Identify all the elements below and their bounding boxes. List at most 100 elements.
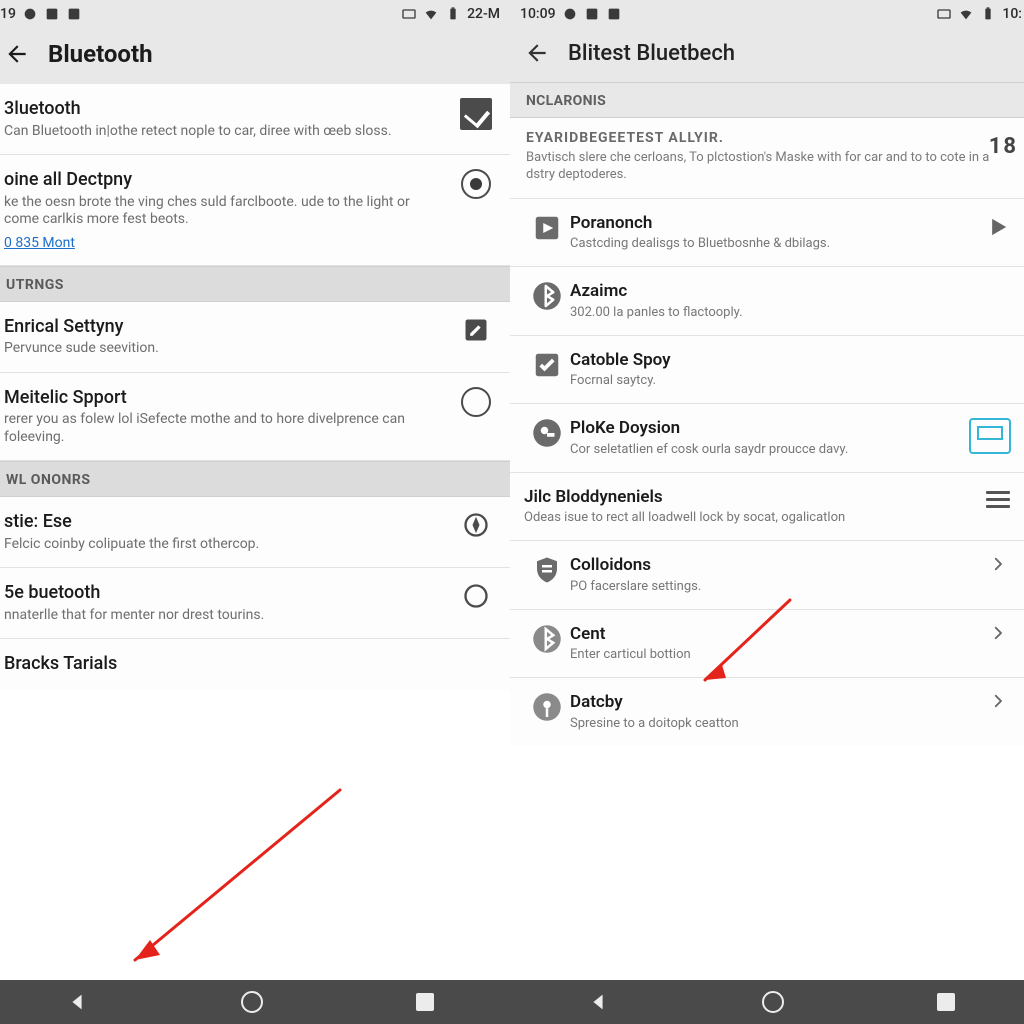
row-sub: rerer you as folew lol iSefecte mothe an… xyxy=(4,411,444,446)
play-box-icon xyxy=(532,213,562,243)
info-trail: 18 xyxy=(989,134,1018,159)
status-time: 10:09 xyxy=(520,6,556,22)
wifi-icon xyxy=(958,6,974,22)
play-icon xyxy=(984,213,1012,241)
row-cent[interactable]: Cent Enter carticul bottion xyxy=(510,610,1024,679)
page-title: Blitest Bluetbech xyxy=(568,41,735,66)
row-datcby[interactable]: Datcby Spresine to a doitopk ceatton xyxy=(510,678,1024,746)
row-ploke-doysion[interactable]: PloKe Doysion Cor seletatlien ef cosk ou… xyxy=(510,404,1024,473)
square-icon xyxy=(44,6,60,22)
back-icon[interactable] xyxy=(4,41,30,67)
row-title: Datcby xyxy=(570,692,966,713)
chevron-right-icon xyxy=(989,624,1007,642)
toolbar: Blitest Bluetbech xyxy=(510,28,1024,82)
row-title: stie: Ese xyxy=(4,511,444,534)
row-stie-ese[interactable]: stie: Ese Felcic coinby colipuate the fi… xyxy=(0,497,510,568)
row-colloidons[interactable]: Colloidons PO facerslare settings. xyxy=(510,541,1024,610)
row-sub: Cor seletatlien ef cosk ourla saydr prou… xyxy=(570,442,950,458)
chevron-right-icon xyxy=(989,555,1007,573)
wifi-icon xyxy=(423,6,439,22)
row-title: Enrical Settyny xyxy=(4,316,444,339)
circle-icon xyxy=(22,6,38,22)
nav-home-icon[interactable] xyxy=(762,991,784,1013)
row-title: 3luetooth xyxy=(4,98,444,121)
row-sub: ke the oesn brote the ving ches suld far… xyxy=(4,194,444,229)
content: NCLARONIS EYARIDBEGEETEST ALLYIR. Bavtis… xyxy=(510,82,1024,980)
row-sub: Castcding dealisgs to Bluetbosnhe & dbil… xyxy=(570,236,966,252)
check-box-icon xyxy=(532,350,562,380)
square-icon xyxy=(66,6,82,22)
square-icon xyxy=(584,6,600,22)
checkbox-icon[interactable] xyxy=(460,98,492,130)
row-azaimc[interactable]: Azaimc 302.00 la panles to flactooply. xyxy=(510,267,1024,336)
row-meitelic[interactable]: Meitelic Spport rerer you as folew lol i… xyxy=(0,373,510,462)
square-icon xyxy=(606,6,622,22)
back-icon[interactable] xyxy=(524,40,550,66)
row-5e-buetooth[interactable]: 5e buetooth nnaterlle that for menter no… xyxy=(0,568,510,639)
page-title: Bluetooth xyxy=(48,40,153,68)
bluetooth-icon xyxy=(532,624,562,654)
status-bar: 10:09 10: xyxy=(510,0,1024,28)
section-header-wlononrs: WL ONONRS xyxy=(0,461,510,497)
chevron-right-icon xyxy=(989,692,1007,710)
row-title: oine all Dectpny xyxy=(4,169,444,192)
navbar xyxy=(0,980,510,1024)
row-title: 5e buetooth xyxy=(4,582,444,605)
info-title: EYARIDBEGEETEST ALLYIR. xyxy=(526,130,1016,146)
compass-icon xyxy=(462,511,490,539)
status-right-text: 22-M xyxy=(467,6,500,22)
row-title: Meitelic Spport xyxy=(4,387,444,410)
row-sub: nnaterlle that for menter nor drest tour… xyxy=(4,607,444,625)
card-icon xyxy=(401,6,417,22)
row-sub: Focrnal saytcy. xyxy=(570,373,1006,389)
row-jilc-bloddyneniels[interactable]: Jilc Bloddyneniels Odeas isue to rect al… xyxy=(510,473,1024,542)
status-bar: 19 22-M xyxy=(0,0,510,28)
row-title: Colloidons xyxy=(570,555,966,576)
link-835-mont[interactable]: 0 835 Mont xyxy=(4,235,75,251)
pencil-box-icon xyxy=(462,316,490,344)
nav-recents-icon[interactable] xyxy=(416,993,434,1011)
row-sub: Pervunce sude seevition. xyxy=(4,340,444,358)
row-sub: Can Bluetooth in|othe retect nople to ca… xyxy=(4,123,444,141)
key-icon xyxy=(532,418,562,448)
radio-icon[interactable] xyxy=(461,169,491,199)
toolbar: Bluetooth xyxy=(0,28,510,84)
content: 3luetooth Can Bluetooth in|othe retect n… xyxy=(0,84,510,980)
section-header-utrngs: UTRNGS xyxy=(0,266,510,302)
row-poranonch[interactable]: Poranonch Castcding dealisgs to Bluetbos… xyxy=(510,199,1024,268)
battery-icon xyxy=(445,6,461,22)
row-sub: Felcic coinby colipuate the first otherc… xyxy=(4,536,444,554)
row-title: Catoble Spoy xyxy=(570,350,1006,371)
status-time: 19 xyxy=(0,6,16,22)
nav-recents-icon[interactable] xyxy=(937,993,955,1011)
battery-icon xyxy=(980,6,996,22)
row-sub: Enter carticul bottion xyxy=(570,647,966,663)
radio-icon[interactable] xyxy=(461,387,491,417)
row-title: Cent xyxy=(570,624,966,645)
row-bracks-tarials[interactable]: Bracks Tarials xyxy=(0,639,510,690)
nav-home-icon[interactable] xyxy=(241,991,263,1013)
bluetooth-icon xyxy=(532,281,562,311)
row-enrical[interactable]: Enrical Settyny Pervunce sude seevition. xyxy=(0,302,510,373)
row-sub: 302.00 la panles to flactooply. xyxy=(570,305,1006,321)
section-header-nclaronis: NCLARONIS xyxy=(510,82,1024,118)
row-title: PloKe Doysion xyxy=(570,418,950,439)
info-block: EYARIDBEGEETEST ALLYIR. Bavtisch slere c… xyxy=(510,118,1024,199)
status-right-text: 10: xyxy=(1002,6,1022,22)
hamburger-icon xyxy=(986,487,1010,512)
row-bluetooth[interactable]: 3luetooth Can Bluetooth in|othe retect n… xyxy=(0,84,510,155)
row-title: Poranonch xyxy=(570,213,966,234)
circle-icon xyxy=(562,6,578,22)
row-sub: Spresine to a doitopk ceatton xyxy=(570,716,966,732)
pin-icon xyxy=(532,692,562,722)
right-phone: 10:09 10: Blitest Bluetbech NCLARONIS EY… xyxy=(510,0,1024,1024)
nav-back-icon[interactable] xyxy=(66,991,88,1013)
row-dectpny[interactable]: oine all Dectpny ke the oesn brote the v… xyxy=(0,155,510,266)
row-catoble-spoy[interactable]: Catoble Spoy Focrnal saytcy. xyxy=(510,336,1024,405)
row-sub: PO facerslare settings. xyxy=(570,579,966,595)
row-title: Bracks Tarials xyxy=(4,653,484,676)
moon-icon xyxy=(462,582,490,610)
cyan-badge-icon xyxy=(969,418,1011,454)
nav-back-icon[interactable] xyxy=(587,991,609,1013)
row-title: Jilc Bloddyneniels xyxy=(524,487,966,508)
